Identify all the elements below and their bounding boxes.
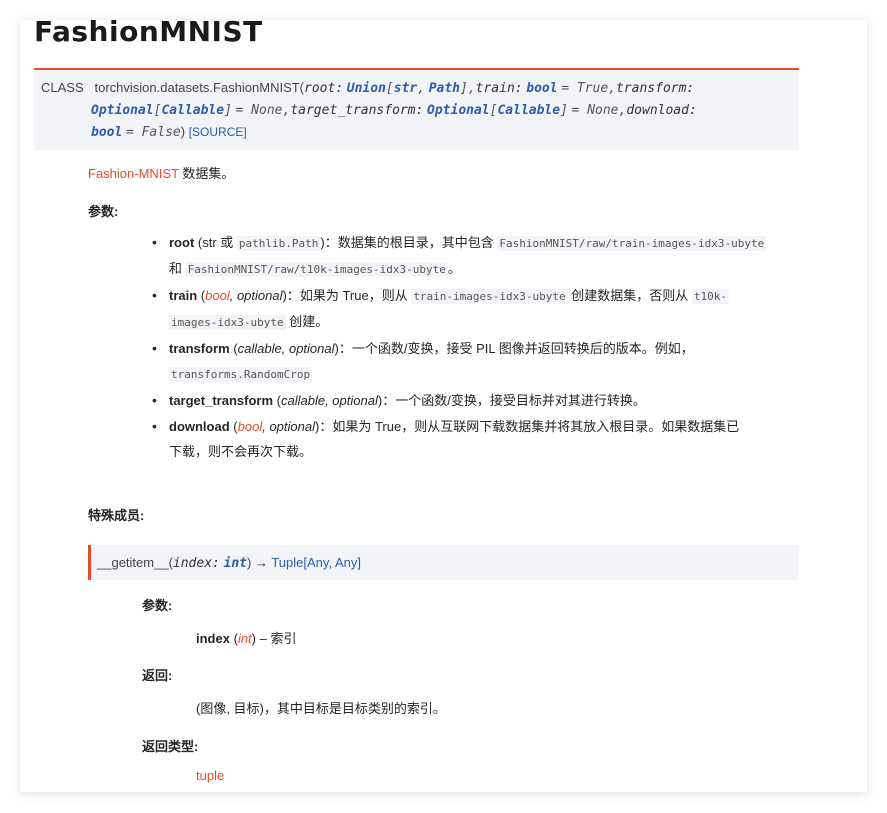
paren: ): [246, 555, 252, 570]
returns-heading: 返回:: [142, 668, 173, 683]
return-type-heading: 返回类型:: [142, 739, 199, 754]
bracket: ]: [357, 555, 361, 570]
type-str-link[interactable]: str: [394, 81, 417, 96]
inline-code: pathlib.Path: [236, 236, 321, 251]
type-tuple-link[interactable]: Tuple: [271, 555, 303, 570]
type-int-link[interactable]: int: [224, 556, 247, 571]
param-name: transform: [169, 341, 230, 356]
arrow: →: [254, 555, 268, 570]
type-callable-link[interactable]: Callable: [497, 103, 560, 118]
param-desc: 。: [447, 261, 461, 276]
params-list: root (str 或 pathlib.Path)：数据集的根目录，其中包含 F…: [150, 230, 790, 465]
param-name: index: [196, 631, 230, 646]
type-callable-link[interactable]: Callable: [161, 103, 224, 118]
list-item: target_transform (callable, optional)：一个…: [150, 388, 790, 413]
param-index: index:: [172, 556, 220, 571]
inline-code: FashionMNIST/raw/t10k-images-idx3-ubyte: [185, 262, 448, 277]
param-desc: ：如果为 True，则从互联网下载数据集并将其放入根目录。如果数据集已: [319, 419, 740, 434]
source-link[interactable]: [SOURCE]: [189, 125, 247, 139]
param-desc: 创建。: [285, 314, 329, 329]
default-true: = True: [561, 81, 609, 96]
class-path: torchvision.datasets.FashionMNIST(: [94, 80, 305, 95]
method-signature: __getitem__(index: int) → Tuple[Any, Any…: [88, 545, 799, 580]
type-optional-link[interactable]: Optional: [427, 103, 490, 118]
description-text: 数据集。: [182, 166, 235, 181]
param-desc: 创建数据集，否则从: [567, 288, 692, 303]
type-any-link[interactable]: Any: [335, 555, 357, 570]
special-members-heading: 特殊成员:: [88, 508, 145, 523]
inline-code: train-images-idx3-ubyte: [411, 289, 568, 304]
type-bool-link[interactable]: bool: [526, 81, 557, 96]
comma: ,: [417, 81, 426, 96]
fashion-mnist-link[interactable]: Fashion-MNIST: [88, 166, 179, 181]
type-bool-link[interactable]: bool: [238, 419, 263, 434]
method-param: index (int) – 索引: [196, 628, 296, 647]
inline-code: t10k-: [691, 289, 729, 304]
method-name: __getitem__: [97, 555, 169, 570]
param-type: (str 或: [197, 235, 237, 250]
param-target-transform: target_transform:: [290, 103, 424, 118]
inline-code: images-idx3-ubyte: [169, 315, 286, 330]
param-root: root:: [304, 81, 344, 96]
type-any-link[interactable]: Any: [307, 555, 328, 570]
type-optional-link[interactable]: Optional: [91, 103, 154, 118]
param-type: , optional: [229, 288, 283, 303]
param-type: , optional: [262, 419, 315, 434]
params-heading: 参数:: [88, 204, 119, 219]
param-type: callable, optional: [237, 341, 335, 356]
bracket: [: [385, 81, 394, 96]
list-item: transform (callable, optional)：一个函数/变换，接…: [150, 336, 790, 387]
list-item: download (bool, optional)：如果为 True，则从互联网…: [150, 414, 790, 464]
bracket: ]: [560, 103, 568, 118]
signature-line-1: CLASS torchvision.datasets.FashionMNIST(…: [41, 80, 694, 96]
bracket: ]: [460, 81, 468, 96]
inline-code: FashionMNIST/raw/train-images-idx3-ubyte: [497, 236, 767, 251]
type-union-link[interactable]: Union: [347, 81, 386, 96]
doc-card: FashionMNIST CLASS torchvision.datasets.…: [20, 20, 867, 792]
signature-line-2: Optional[Callable] = None,target_transfo…: [91, 102, 697, 118]
default-none: = None: [571, 103, 619, 118]
param-type: callable, optional: [281, 393, 378, 408]
type-bool-link[interactable]: bool: [205, 288, 230, 303]
list-item: train (bool, optional)：如果为 True，则从 train…: [150, 283, 790, 335]
param-desc: 和: [169, 261, 186, 276]
param-name: root: [169, 235, 195, 250]
inline-code: transforms.RandomCrop: [169, 367, 313, 382]
signature-line-3: bool = False) [SOURCE]: [91, 124, 247, 140]
type-bool-link[interactable]: bool: [91, 125, 122, 140]
close-paren: ): [180, 124, 186, 139]
param-desc: – 索引: [256, 631, 297, 646]
type-path-link[interactable]: Path: [429, 81, 460, 96]
method-params-heading: 参数:: [142, 598, 173, 613]
return-type-link[interactable]: tuple: [196, 768, 224, 783]
type-int-link[interactable]: int: [238, 631, 252, 646]
comma: ,: [467, 81, 476, 96]
param-download: download:: [626, 103, 697, 118]
description: Fashion-MNIST 数据集。: [88, 163, 234, 182]
class-label: CLASS: [41, 80, 84, 95]
returns-text: (图像, 目标)，其中目标是目标类别的索引。: [196, 701, 446, 716]
class-signature: CLASS torchvision.datasets.FashionMNIST(…: [34, 68, 799, 150]
bracket: ]: [224, 103, 232, 118]
default-false: = False: [125, 125, 181, 140]
page-title: FashionMNIST: [34, 20, 263, 48]
param-name: download: [169, 419, 230, 434]
list-item: root (str 或 pathlib.Path)：数据集的根目录，其中包含 F…: [150, 230, 790, 282]
param-transform: transform:: [615, 81, 695, 96]
param-desc: ：一个函数/变换，接受目标并对其进行转换。: [382, 393, 646, 408]
param-desc: ：数据集的根目录，其中包含: [324, 235, 498, 250]
param-desc: ：如果为 True，则从: [286, 288, 412, 303]
param-train: train:: [475, 81, 523, 96]
param-name: train: [169, 288, 198, 303]
param-desc: ：一个函数/变换，接受 PIL 图像并返回转换后的版本。例如，: [338, 341, 694, 356]
default-none: = None: [235, 103, 283, 118]
comma: ,: [608, 81, 616, 96]
param-desc: 下载，则不会再次下载。: [169, 444, 313, 459]
param-name: target_transform: [169, 393, 274, 408]
